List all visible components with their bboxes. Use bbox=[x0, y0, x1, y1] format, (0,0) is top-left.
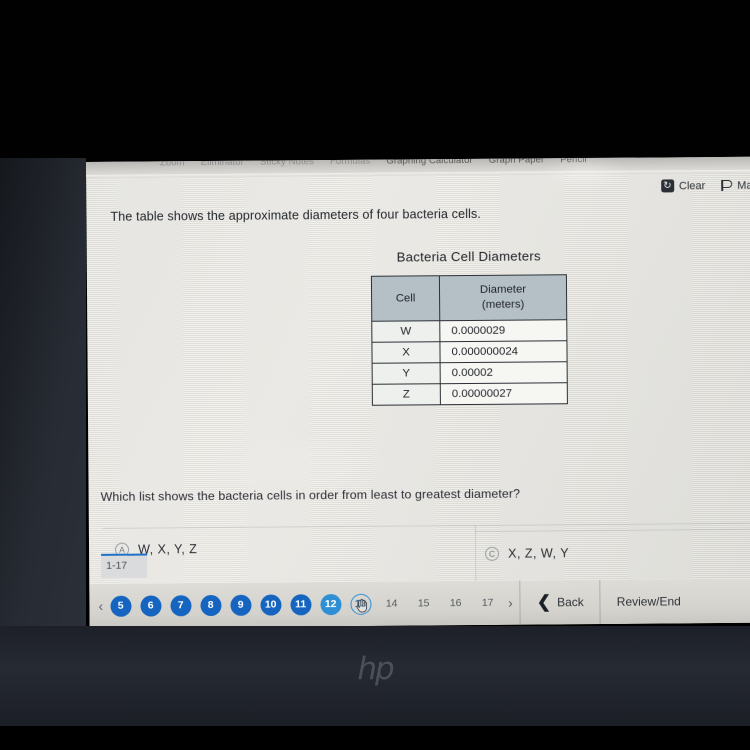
page-button-8[interactable]: 8 bbox=[200, 594, 222, 616]
page-button-16[interactable]: 16 bbox=[444, 593, 467, 614]
cell-diameter: 0.000000024 bbox=[439, 340, 568, 363]
chevron-left-icon: ❮ bbox=[536, 591, 552, 611]
section-tab-label: 1-17 bbox=[106, 559, 128, 572]
page-button-5[interactable]: 5 bbox=[110, 595, 132, 617]
photo-dark-background-left bbox=[0, 158, 86, 628]
table-header-row: Cell Diameter (meters) bbox=[371, 274, 567, 322]
option-divider-horizontal-right bbox=[474, 528, 750, 532]
photo-dark-background-top bbox=[0, 0, 750, 162]
test-application-screen: Zoom Eliminator Sticky Notes Formulas Gr… bbox=[86, 156, 750, 628]
cell-diameter: 0.0000029 bbox=[439, 319, 567, 342]
option-letter-c: C bbox=[485, 546, 500, 561]
cell-name: Z bbox=[372, 383, 441, 406]
hp-logo: hp bbox=[357, 651, 394, 687]
tool-pencil[interactable]: Pencil bbox=[560, 157, 587, 165]
back-label: Back bbox=[557, 595, 584, 610]
page-button-7[interactable]: 7 bbox=[170, 594, 192, 616]
table-row: Y 0.00002 bbox=[372, 361, 568, 385]
tool-graph-paper[interactable]: Graph Paper bbox=[489, 157, 545, 166]
clear-label: Clear bbox=[678, 179, 706, 192]
next-page-arrow[interactable]: › bbox=[499, 595, 520, 611]
reset-icon: ↻ bbox=[660, 179, 675, 193]
table-row: W 0.0000029 bbox=[371, 319, 567, 343]
laptop-photo: Zoom Eliminator Sticky Notes Formulas Gr… bbox=[0, 0, 750, 750]
cell-name: X bbox=[371, 341, 441, 364]
bacteria-diameters-table: Cell Diameter (meters) W 0.0000029 X 0.0… bbox=[371, 274, 568, 406]
page-button-11[interactable]: 11 bbox=[290, 593, 312, 615]
cell-diameter: 0.00000027 bbox=[440, 382, 568, 405]
question-prompt: Which list shows the bacteria cells in o… bbox=[100, 486, 521, 504]
page-button-15[interactable]: 15 bbox=[412, 593, 435, 614]
page-number-list: 5 6 7 8 9 10 11 12 13 14 15 16 17 bbox=[110, 592, 499, 617]
page-button-14[interactable]: 14 bbox=[380, 593, 403, 614]
mark-label: Mar bbox=[737, 179, 750, 192]
page-button-12[interactable]: 12 bbox=[320, 593, 342, 615]
answer-option-c[interactable]: C X, Z, W, Y bbox=[485, 546, 569, 562]
page-button-9[interactable]: 9 bbox=[230, 594, 252, 616]
review-end-label: Review/End bbox=[616, 594, 681, 609]
option-text-c: X, Z, W, Y bbox=[508, 546, 570, 561]
page-button-13-label: 13 bbox=[354, 597, 367, 610]
page-button-6[interactable]: 6 bbox=[140, 594, 162, 617]
diameter-header-line2: (meters) bbox=[481, 298, 525, 311]
prev-page-arrow[interactable]: ‹ bbox=[89, 598, 110, 614]
page-button-10[interactable]: 10 bbox=[260, 593, 282, 616]
question-stem: The table shows the approximate diameter… bbox=[110, 206, 481, 224]
cell-name: Y bbox=[372, 362, 441, 385]
table-title: Bacteria Cell Diameters bbox=[396, 248, 541, 265]
page-button-17[interactable]: 17 bbox=[476, 592, 499, 613]
option-divider-horizontal bbox=[102, 522, 750, 529]
review-end-button[interactable]: Review/End bbox=[601, 579, 697, 624]
photo-dark-background-bottom bbox=[0, 726, 750, 750]
back-button[interactable]: ❮ Back bbox=[521, 580, 600, 625]
column-header-diameter: Diameter (meters) bbox=[439, 274, 567, 321]
table-row: Z 0.00000027 bbox=[372, 382, 568, 406]
column-header-cell: Cell bbox=[371, 275, 440, 322]
diameter-header-line1: Diameter bbox=[479, 283, 527, 296]
laptop-bottom-bezel: hp bbox=[0, 626, 750, 731]
clear-button[interactable]: ↻ Clear bbox=[660, 179, 706, 193]
bacteria-table-block: Bacteria Cell Diameters Cell Diameter (m… bbox=[359, 248, 580, 406]
cell-name: W bbox=[371, 320, 440, 343]
cell-diameter: 0.00002 bbox=[440, 361, 568, 384]
table-row: X 0.000000024 bbox=[371, 340, 568, 364]
page-button-13-current[interactable]: 13 bbox=[350, 593, 372, 615]
flag-icon bbox=[720, 179, 732, 192]
mark-button[interactable]: Mar bbox=[720, 179, 750, 192]
question-actions: ↻ Clear Mar bbox=[660, 179, 750, 193]
question-navigation-bar: ‹ 5 6 7 8 9 10 11 12 13 14 15 16 17 › ❮ … bbox=[89, 578, 750, 628]
section-tab[interactable]: 1-17 bbox=[101, 553, 148, 578]
